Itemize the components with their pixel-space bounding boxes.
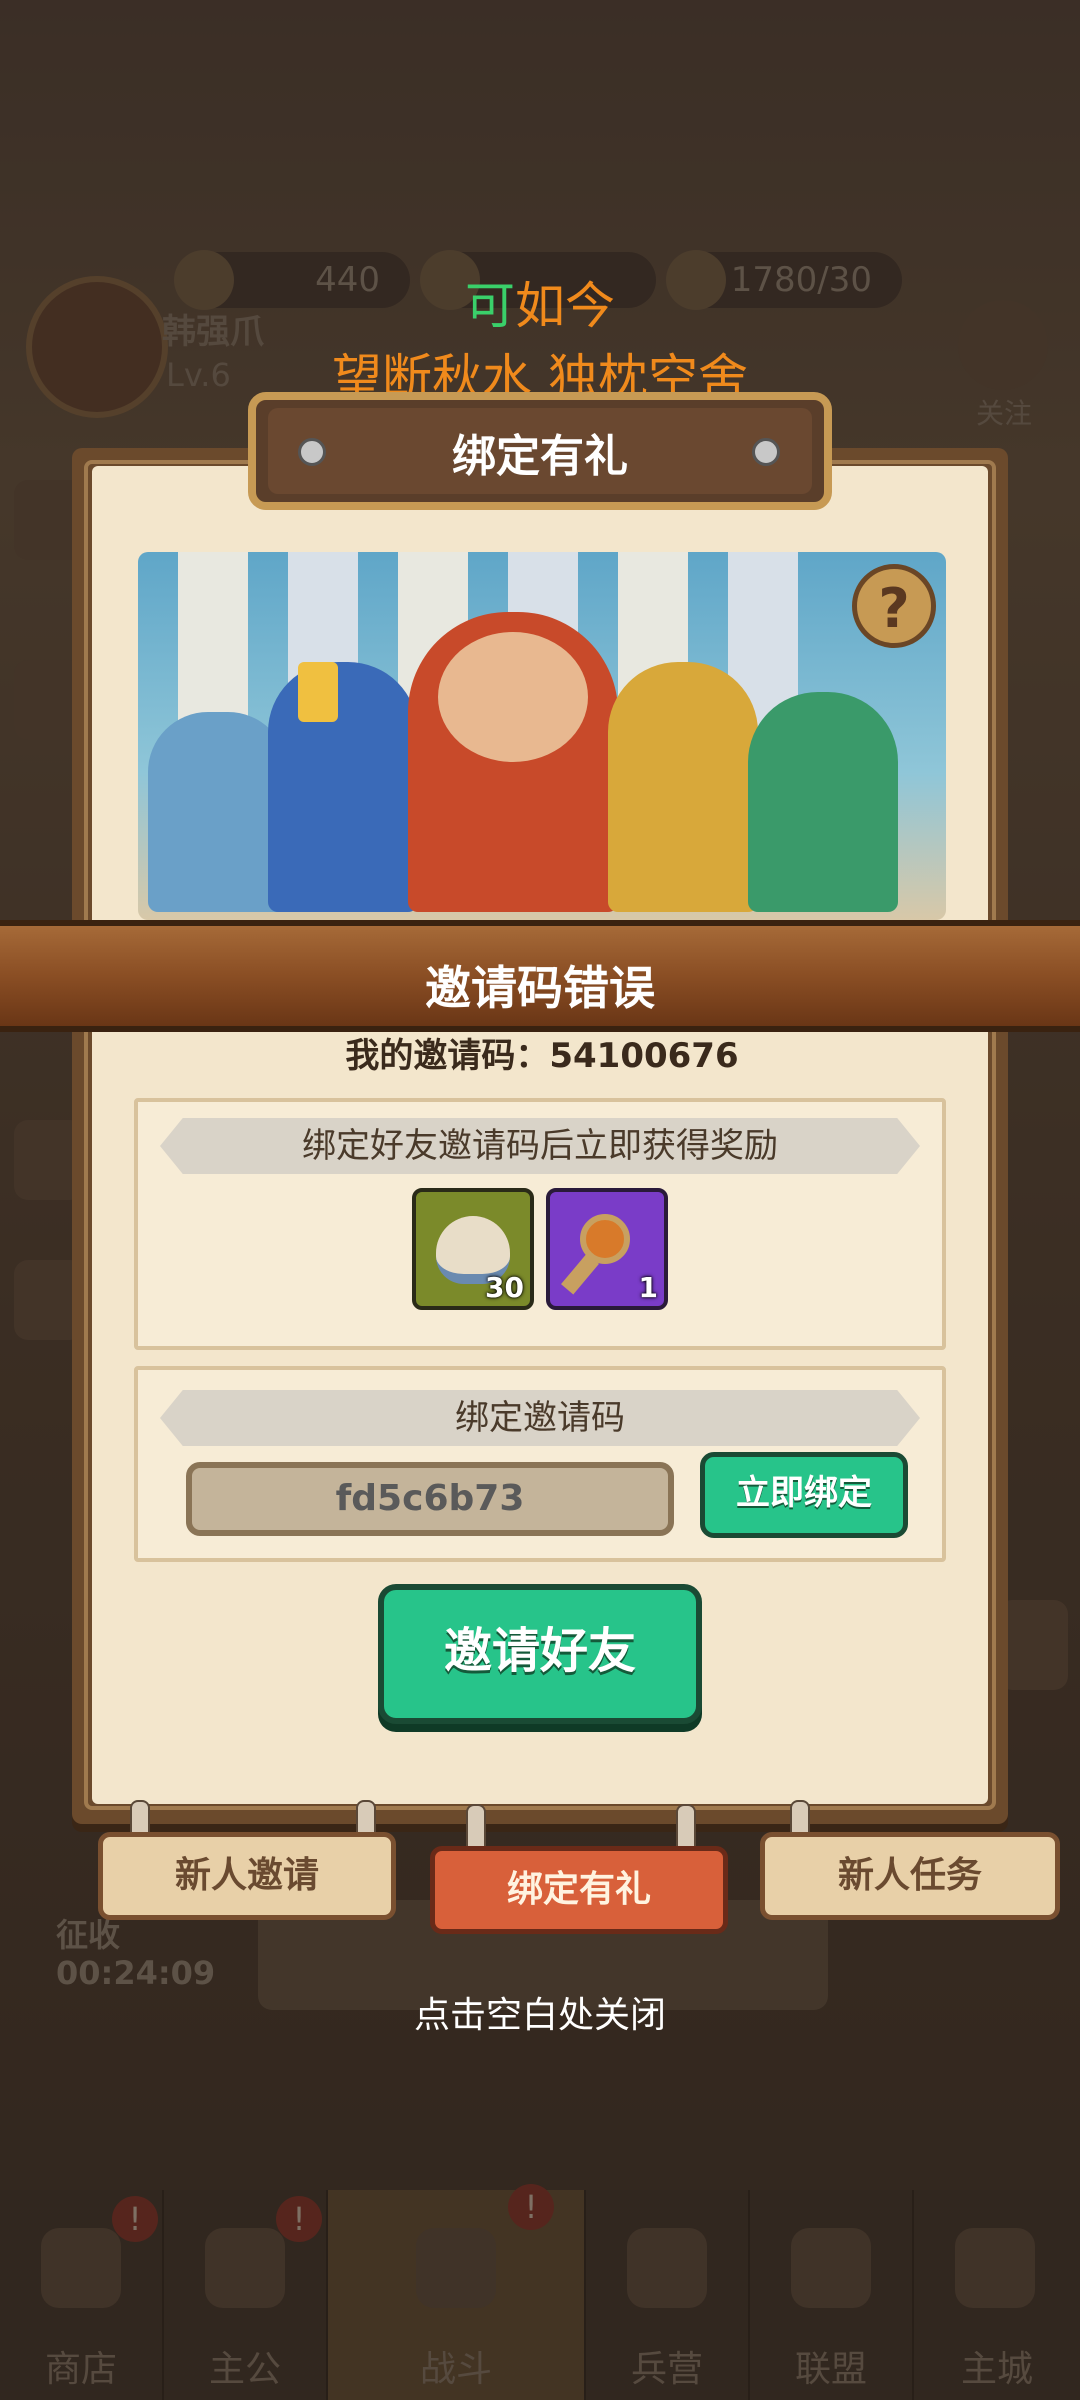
close-hint: 点击空白处关闭 <box>413 1995 666 2036</box>
announce-rest: 如今 <box>515 277 615 335</box>
invite-code-input[interactable]: fd5c6b73 <box>186 1462 674 1536</box>
reward-count: 30 <box>485 1271 524 1304</box>
tab-new-tasks[interactable]: 新人任务 <box>760 1832 1060 1920</box>
face <box>438 632 588 762</box>
invite-friends-button[interactable]: 邀请好友 <box>378 1584 702 1724</box>
reward-item-rice[interactable]: 30 <box>412 1188 534 1310</box>
bind-now-button[interactable]: 立即绑定 <box>700 1452 908 1538</box>
tab-new-invite[interactable]: 新人邀请 <box>98 1832 396 1920</box>
key-shaft <box>561 1253 599 1295</box>
character-advisor <box>608 662 758 912</box>
reward-section-title: 绑定好友邀请码后立即获得奖励 <box>160 1118 920 1174</box>
character-archer <box>748 692 898 912</box>
announce-prefix: 可 <box>465 277 515 335</box>
character-soldier <box>148 712 288 912</box>
help-icon[interactable]: ? <box>852 564 936 648</box>
error-message: 邀请码错误 <box>425 961 655 1015</box>
announce-line-1: 可如今 <box>0 266 1080 338</box>
tab-bind-gift[interactable]: 绑定有礼 <box>430 1846 728 1934</box>
character-general <box>268 662 418 912</box>
panel-title: 绑定有礼 <box>452 431 628 482</box>
banquet-illustration <box>138 552 946 920</box>
my-invite-code: 我的邀请码：54100676 <box>345 1036 739 1076</box>
reward-item-key[interactable]: 1 <box>546 1188 668 1310</box>
bind-section-title: 绑定邀请码 <box>160 1390 920 1446</box>
beer-mug-icon <box>298 662 338 722</box>
reward-count: 1 <box>638 1271 658 1304</box>
